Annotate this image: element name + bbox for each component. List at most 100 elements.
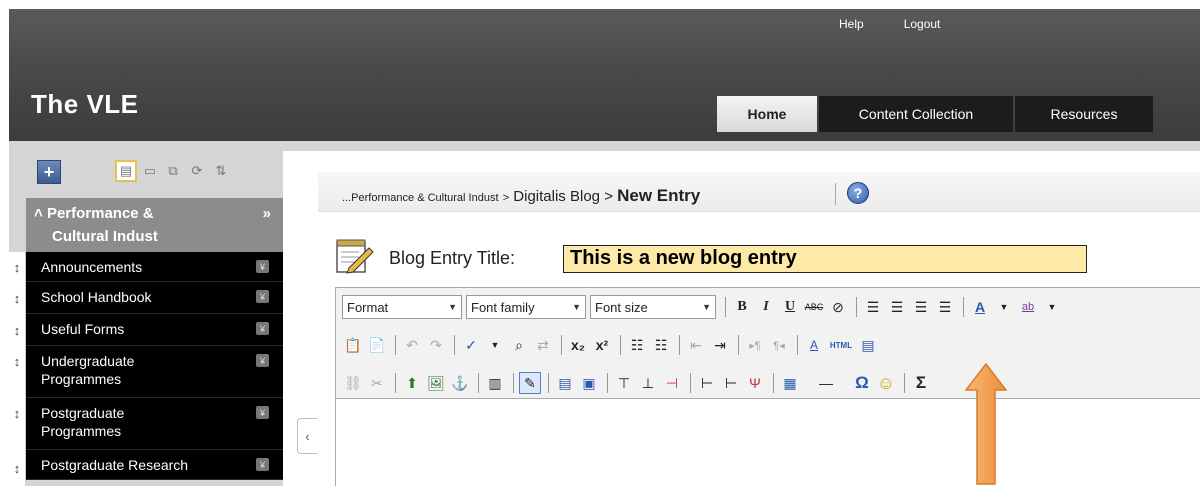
format-select[interactable]: Format ▼ <box>342 295 462 319</box>
styles-icon[interactable]: A <box>803 334 825 356</box>
undo-icon[interactable]: ↶ <box>401 334 423 356</box>
folder-view-icon[interactable]: ▭ <box>139 160 161 182</box>
table-row-icon[interactable]: ▤ <box>554 372 576 394</box>
anchor-icon[interactable]: ⚓ <box>449 372 471 394</box>
tab-resources[interactable]: Resources <box>1015 96 1153 132</box>
editor-toolbar-row-1: Format ▼ Font family ▼ Font size ▼ B I U AB… <box>342 294 1065 320</box>
insert-image-icon[interactable]: 🖼 <box>425 372 447 394</box>
item-options-icon[interactable]: ¥ <box>256 406 269 419</box>
drag-handle-icon[interactable]: ↕ <box>9 314 26 346</box>
indent-icon[interactable]: ⇥ <box>709 334 731 356</box>
drag-handle-icon[interactable]: ↕ <box>9 346 26 398</box>
paste-text-icon[interactable]: 📋 <box>342 334 364 356</box>
drag-handle-icon[interactable]: ↕ <box>9 282 26 314</box>
refresh-icon[interactable]: ⟳ <box>186 160 208 182</box>
list-view-icon[interactable]: ▤ <box>115 160 137 182</box>
dropdown-arrow-icon[interactable]: ▼ <box>1041 296 1063 318</box>
insert-row-before-icon[interactable]: ⊤ <box>613 372 635 394</box>
add-menu-item-button[interactable]: + <box>37 160 61 184</box>
sidebar-item-school-handbook[interactable]: School Handbook ¥ <box>26 282 283 314</box>
breadcrumb-divider <box>835 183 836 205</box>
toolbar-divider <box>454 335 455 355</box>
delete-row-icon[interactable]: ⊣ <box>661 372 683 394</box>
blog-entry-icon <box>336 239 374 274</box>
help-icon[interactable]: ? <box>847 182 869 204</box>
blog-entry-title-label: Blog Entry Title: <box>389 248 516 268</box>
item-options-icon[interactable]: ¥ <box>256 290 269 303</box>
upload-file-icon[interactable]: ⬆ <box>401 372 423 394</box>
equation-icon[interactable]: Σ <box>910 372 932 394</box>
logout-link[interactable]: Logout <box>904 17 941 31</box>
editor-text-area[interactable] <box>336 398 1200 486</box>
item-options-icon[interactable]: ¥ <box>256 458 269 471</box>
font-size-select[interactable]: Font size ▼ <box>590 295 716 319</box>
find-icon[interactable]: ⌕ <box>508 334 530 356</box>
delete-col-icon[interactable]: Ψ <box>744 372 766 394</box>
replace-icon[interactable]: ⇄ <box>532 334 554 356</box>
insert-table-icon[interactable]: ▦ <box>779 372 801 394</box>
dropdown-arrow-icon[interactable]: ▼ <box>993 296 1015 318</box>
emoticon-icon[interactable]: ☺ <box>875 372 897 394</box>
item-options-icon[interactable]: ¥ <box>256 260 269 273</box>
align-justify-icon[interactable]: ☰ <box>934 296 956 318</box>
orange-arrow-annotation <box>964 362 1008 485</box>
tab-content-collection[interactable]: Content Collection <box>819 96 1013 132</box>
horizontal-rule-icon[interactable]: — <box>803 372 849 394</box>
reorder-icon[interactable]: ⇅ <box>210 160 232 182</box>
sidebar-item-useful-forms[interactable]: Useful Forms ¥ <box>26 314 283 346</box>
tab-home[interactable]: Home <box>717 96 817 132</box>
align-left-icon[interactable]: ☰ <box>862 296 884 318</box>
underline-button[interactable]: U <box>779 296 801 318</box>
spellcheck-icon[interactable]: ✓ <box>460 334 482 356</box>
sidebar-item-undergraduate-programmes[interactable]: Undergraduate Programmes ¥ <box>26 346 283 398</box>
drag-handle-icon[interactable]: ↕ <box>9 398 26 450</box>
unlink-icon[interactable]: ✂ <box>366 372 388 394</box>
blog-entry-title-input[interactable]: This is a new blog entry <box>563 245 1087 273</box>
item-options-icon[interactable]: ¥ <box>256 322 269 335</box>
html-source-button[interactable]: HTML <box>827 334 855 356</box>
rtl-icon[interactable]: ¶◂ <box>768 334 790 356</box>
dropdown-arrow-icon[interactable]: ▼ <box>484 334 506 356</box>
align-right-icon[interactable]: ☰ <box>910 296 932 318</box>
course-title-line2: Cultural Indust <box>52 228 158 245</box>
highlight-color-icon[interactable]: ab <box>1017 296 1039 318</box>
insert-row-after-icon[interactable]: ⊥ <box>637 372 659 394</box>
italic-button[interactable]: I <box>755 296 777 318</box>
text-color-icon[interactable]: A <box>969 296 991 318</box>
align-center-icon[interactable]: ☰ <box>886 296 908 318</box>
subscript-icon[interactable]: x₂ <box>567 334 589 356</box>
insert-col-before-icon[interactable]: ⊢ <box>696 372 718 394</box>
collapse-menu-button[interactable]: ‹ <box>297 418 317 454</box>
window-view-icon[interactable]: ⧉ <box>162 160 184 182</box>
edit-content-icon[interactable]: ✎ <box>519 372 541 394</box>
item-options-icon[interactable]: ¥ <box>256 354 269 367</box>
course-title[interactable]: ˄ Performance & Cultural Indust » <box>26 198 283 252</box>
clear-format-icon[interactable]: ⊘ <box>827 296 849 318</box>
redo-icon[interactable]: ↷ <box>425 334 447 356</box>
outdent-icon[interactable]: ⇤ <box>685 334 707 356</box>
ltr-icon[interactable]: ▸¶ <box>744 334 766 356</box>
special-character-icon[interactable]: Ω <box>851 372 873 394</box>
bullet-list-icon[interactable]: ☷ <box>626 334 648 356</box>
bold-button[interactable]: B <box>731 296 753 318</box>
font-family-select[interactable]: Font family ▼ <box>466 295 586 319</box>
sidebar-item-postgraduate-programmes[interactable]: Postgraduate Programmes ¥ <box>26 398 283 450</box>
drag-handle-icon[interactable]: ↕ <box>9 450 26 486</box>
breadcrumb-course[interactable]: ...Performance & Cultural Indust <box>342 192 499 204</box>
numbered-list-icon[interactable]: ☷ <box>650 334 672 356</box>
sidebar-item-announcements[interactable]: Announcements ¥ <box>26 252 283 282</box>
superscript-icon[interactable]: x² <box>591 334 613 356</box>
link-icon[interactable]: ⛓ <box>342 372 364 394</box>
insert-col-after-icon[interactable]: ⊢ <box>720 372 742 394</box>
toolbar-divider <box>773 373 774 393</box>
insert-media-icon[interactable]: ▥ <box>484 372 506 394</box>
double-chevron-right-icon[interactable]: » <box>263 205 271 222</box>
help-link[interactable]: Help <box>839 17 864 31</box>
table-cell-icon[interactable]: ▣ <box>578 372 600 394</box>
breadcrumb-blog[interactable]: Digitalis Blog <box>513 188 600 205</box>
preview-icon[interactable]: ▤ <box>857 334 879 356</box>
drag-handle-icon[interactable]: ↕ <box>9 252 26 282</box>
strikethrough-button[interactable]: ABC <box>803 296 825 318</box>
sidebar-item-postgraduate-research[interactable]: Postgraduate Research ¥ <box>26 450 283 480</box>
paste-word-icon[interactable]: 📄 <box>366 334 388 356</box>
